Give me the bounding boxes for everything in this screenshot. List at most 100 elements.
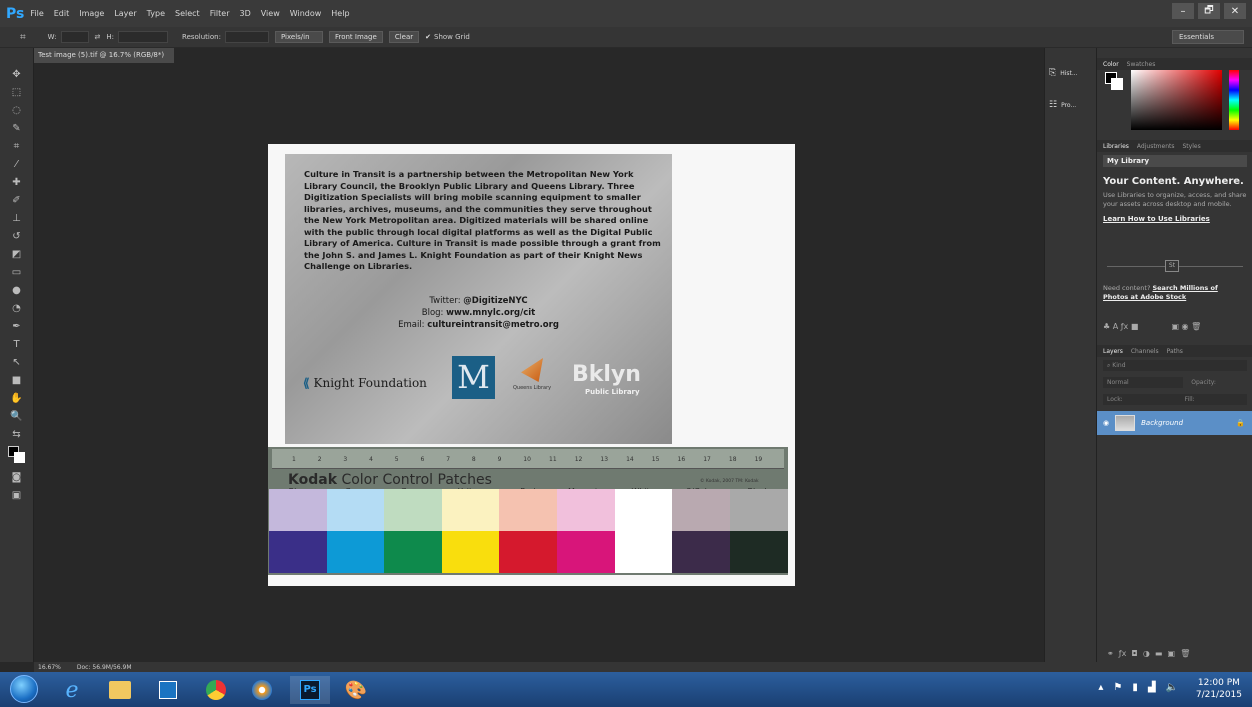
show-hidden-icons-icon[interactable]: ▴ (1098, 682, 1103, 693)
crop-tool-icon[interactable]: ⌗ (7, 140, 27, 154)
front-image-button[interactable]: Front Image (328, 31, 383, 43)
color-picker-field[interactable] (1131, 70, 1222, 130)
units-select[interactable]: Pixels/in (274, 31, 323, 43)
quick-mask-icon[interactable]: ◙ (7, 471, 27, 485)
tab-adjustments[interactable]: Adjustments (1137, 143, 1175, 150)
outlook-icon[interactable] (148, 676, 188, 704)
show-grid-label: Show Grid (434, 33, 470, 41)
doc-size: Doc: 56.9M/56.9M (76, 663, 132, 671)
tab-channels[interactable]: Channels (1131, 348, 1159, 355)
clear-button[interactable]: Clear (388, 31, 420, 43)
internet-explorer-icon[interactable]: e (52, 676, 92, 704)
library-select[interactable]: My Library (1103, 155, 1247, 167)
eyedropper-tool-icon[interactable]: ⁄ (7, 158, 27, 172)
shape-tool-icon[interactable]: ■ (7, 374, 27, 388)
properties-icon: ☷ (1049, 100, 1058, 110)
hue-slider[interactable] (1229, 70, 1239, 130)
twitter-handle: @DigitizeNYC (463, 296, 528, 306)
tab-paths[interactable]: Paths (1167, 348, 1183, 355)
move-tool-icon[interactable]: ✥ (7, 68, 27, 82)
tab-styles[interactable]: Styles (1183, 143, 1201, 150)
brush-tool-icon[interactable]: ✐ (7, 194, 27, 208)
minimize-button[interactable]: – (1172, 3, 1194, 19)
dodge-tool-icon[interactable]: ◔ (7, 302, 27, 316)
battery-icon[interactable]: ▮ (1132, 682, 1138, 693)
photoshop-taskbar-icon[interactable]: Ps (290, 676, 330, 704)
tab-layers[interactable]: Layers (1103, 348, 1123, 355)
tab-libraries[interactable]: Libraries (1103, 143, 1129, 150)
media-player-icon[interactable] (242, 676, 282, 704)
restore-button[interactable]: 🗗 (1198, 3, 1220, 19)
color-swatches[interactable] (0, 446, 33, 468)
volume-icon[interactable]: 🔈 (1166, 682, 1178, 693)
menu-file[interactable]: File (30, 9, 43, 18)
document-tab-title: Test image (5).tif @ 16.7% (RGB/8*) (38, 51, 165, 59)
blog-label: Blog: (421, 308, 444, 318)
layer-filter-kind[interactable]: ⌕ Kind (1103, 360, 1247, 371)
layer-background[interactable]: ◉ Background 🔒 (1097, 411, 1252, 435)
clock-date: 7/21/2015 (1195, 690, 1242, 700)
swap-icon[interactable]: ⇄ (95, 33, 101, 41)
menu-image[interactable]: Image (79, 9, 104, 18)
menu-view[interactable]: View (261, 9, 280, 18)
menu-type[interactable]: Type (147, 9, 165, 18)
quick-select-tool-icon[interactable]: ✎ (7, 122, 27, 136)
document-tab[interactable]: Test image (5).tif @ 16.7% (RGB/8*) × (34, 48, 174, 74)
hand-tool-icon[interactable]: ✋ (7, 392, 27, 406)
width-input[interactable] (60, 31, 89, 43)
pen-tool-icon[interactable]: ✒ (7, 320, 27, 334)
gradient-tool-icon[interactable]: ▭ (7, 266, 27, 280)
flag-icon[interactable]: ⚑ (1113, 682, 1122, 693)
crop-tool-icon[interactable]: ⌗ (20, 32, 26, 43)
network-icon[interactable]: ▟ (1148, 682, 1156, 693)
path-select-tool-icon[interactable]: ↖ (7, 356, 27, 370)
properties-panel-button[interactable]: ☷ Pro... (1045, 96, 1096, 114)
menu-window[interactable]: Window (290, 9, 322, 18)
height-input[interactable] (118, 31, 169, 43)
paint-icon[interactable]: 🎨 (336, 676, 376, 704)
clock[interactable]: 12:00 PM 7/21/2015 (1196, 677, 1242, 701)
library-actions-icons[interactable]: ♣ A ƒx ■ ▣ ◉ 🗑 (1103, 322, 1201, 331)
twitter-label: Twitter: (429, 296, 461, 306)
resolution-input[interactable] (224, 31, 269, 43)
layer-actions-icons[interactable]: ⚭ ƒx ◘ ◑ ▬ ▣ 🗑 (1107, 649, 1190, 658)
menu-filter[interactable]: Filter (210, 9, 230, 18)
menu-edit[interactable]: Edit (54, 9, 70, 18)
tab-swatches[interactable]: Swatches (1127, 61, 1156, 68)
background-swatch[interactable] (14, 452, 25, 463)
menu-help[interactable]: Help (331, 9, 349, 18)
swap-colors-icon[interactable]: ⇆ (7, 428, 27, 442)
history-brush-tool-icon[interactable]: ↺ (7, 230, 27, 244)
marquee-tool-icon[interactable]: ⬚ (7, 86, 27, 100)
lasso-tool-icon[interactable]: ◌ (7, 104, 27, 118)
chrome-icon[interactable] (196, 676, 236, 704)
healing-tool-icon[interactable]: ✚ (7, 176, 27, 190)
eraser-tool-icon[interactable]: ◩ (7, 248, 27, 262)
visibility-eye-icon[interactable]: ◉ (1103, 419, 1109, 427)
stamp-tool-icon[interactable]: ⊥ (7, 212, 27, 226)
start-button[interactable] (10, 675, 38, 703)
blur-tool-icon[interactable]: ● (7, 284, 27, 298)
screen-mode-icon[interactable]: ▣ (7, 489, 27, 503)
tab-color[interactable]: Color (1103, 61, 1119, 68)
patch-light (614, 489, 673, 531)
zoom-tool-icon[interactable]: 🔍 (7, 410, 27, 424)
color-background-swatch[interactable] (1111, 78, 1123, 90)
history-panel-button[interactable]: ⎘ Hist... (1045, 64, 1096, 82)
zoom-level[interactable]: 16.67% (38, 664, 61, 671)
show-grid-checkbox[interactable]: ✔ (425, 33, 431, 41)
menu-3d[interactable]: 3D (240, 9, 251, 18)
type-tool-icon[interactable]: T (7, 338, 27, 352)
flyer-photo: Culture in Transit is a partnership betw… (285, 154, 672, 444)
menu-select[interactable]: Select (175, 9, 200, 18)
blend-mode-select[interactable]: Normal (1103, 377, 1183, 388)
workspace-select[interactable]: Essentials (1172, 30, 1244, 44)
patch-dark (384, 531, 443, 573)
ruler-number: 7 (446, 456, 451, 463)
menu-layer[interactable]: Layer (114, 9, 136, 18)
window-controls: – 🗗 ✕ (1172, 3, 1246, 19)
learn-libraries-link[interactable]: Learn How to Use Libraries (1103, 215, 1247, 223)
close-button[interactable]: ✕ (1224, 3, 1246, 19)
blog-url: www.mnylc.org/cit (446, 308, 536, 318)
file-explorer-icon[interactable] (100, 676, 140, 704)
